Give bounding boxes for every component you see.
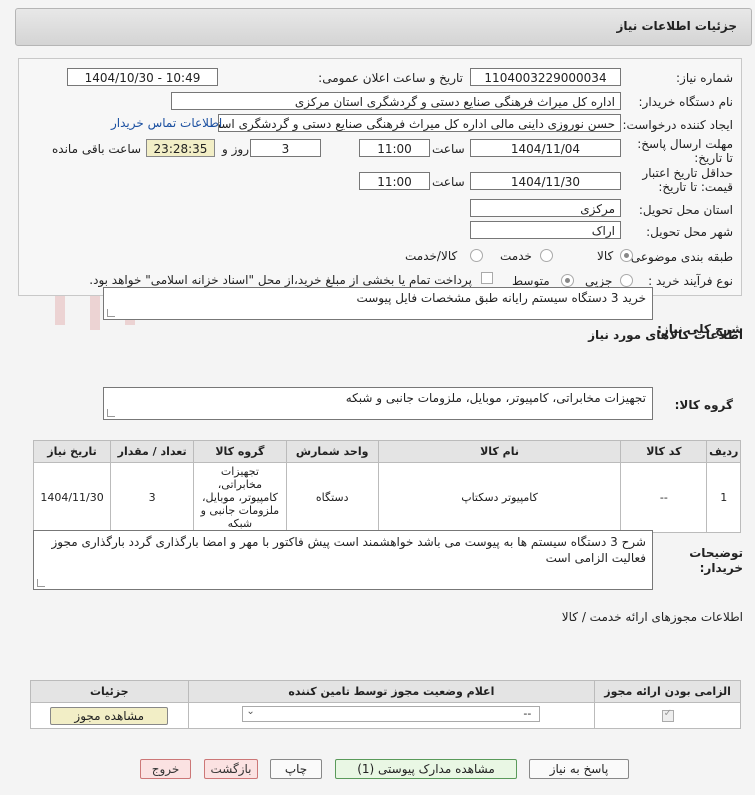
reply-button[interactable]: پاسخ به نیاز xyxy=(529,759,629,779)
announce-date-field: 1404/10/30 - 10:49 xyxy=(67,68,218,86)
th-permit-required: الزامی بودن ارائه مجوز xyxy=(594,680,741,703)
cell-goods-name: کامپیوتر دسکتاپ xyxy=(377,462,622,533)
validity-date-field: 1404/11/30 xyxy=(470,172,621,190)
radio-goods-service[interactable] xyxy=(470,249,483,262)
permit-required-checkbox: ✓ xyxy=(661,708,674,722)
radio-partial-label: جزیی xyxy=(585,274,613,288)
resize-handle-icon[interactable] xyxy=(37,579,45,587)
permits-title: اطلاعات مجوزهای ارائه خدمت / کالا xyxy=(561,610,743,624)
city-field: اراک xyxy=(470,221,621,239)
cell-quantity: 3 xyxy=(110,462,195,533)
resize-handle-icon[interactable] xyxy=(107,409,115,417)
th-quantity: تعداد / مقدار xyxy=(110,440,195,463)
checkmark-icon: ✓ xyxy=(663,708,673,719)
buyer-notes-label: توضیحات خریدار: xyxy=(689,546,743,575)
city-label: شهر محل تحویل: xyxy=(646,225,733,239)
creator-field: حسن نوروزی داینی مالی اداره کل میراث فره… xyxy=(218,114,621,132)
resize-handle-icon[interactable] xyxy=(107,309,115,317)
treasury-checkbox[interactable] xyxy=(481,272,493,284)
back-button[interactable]: بازگشت xyxy=(204,759,258,779)
radio-goods-service-label: کالا/خدمت xyxy=(405,249,458,263)
need-number-label: شماره نیاز: xyxy=(676,71,733,85)
permit-status-value: -- xyxy=(523,707,532,720)
attachments-button[interactable]: مشاهده مدارک پیوستی (1) xyxy=(335,759,517,779)
summary-text: خرید 3 دستگاه سیستم رایانه طبق مشخصات فا… xyxy=(356,291,646,305)
deadline-time-label: ساعت xyxy=(432,142,465,156)
creator-label: ایجاد کننده درخواست: xyxy=(622,118,733,132)
th-goods-code: کد کالا xyxy=(620,440,708,463)
remaining-time-field: 23:28:35 xyxy=(146,139,215,157)
radio-service-label: خدمت xyxy=(500,249,532,263)
process-label: نوع فرآیند خرید : xyxy=(648,274,733,288)
cell-goods-group: تجهیزات مخابراتی، کامپیوتر، موبایل، ملزو… xyxy=(193,462,287,533)
days-label: روز و xyxy=(222,142,249,156)
goods-table: تاریخ نیاز تعداد / مقدار گروه کالا واحد … xyxy=(32,440,741,533)
cell-permit-status: -- ⌄ xyxy=(187,702,596,729)
days-field: 3 xyxy=(250,139,321,157)
radio-goods[interactable] xyxy=(620,249,633,262)
goods-group-text: تجهیزات مخابراتی، کامپیوتر، موبایل، ملزو… xyxy=(345,391,646,405)
summary-textarea[interactable]: خرید 3 دستگاه سیستم رایانه طبق مشخصات فا… xyxy=(103,287,653,320)
radio-medium-label: متوسط xyxy=(512,274,550,288)
cell-need-date: 1404/11/30 xyxy=(32,462,112,533)
province-field: مرکزی xyxy=(470,199,621,217)
radio-medium[interactable] xyxy=(561,274,574,287)
validity-time-field: 11:00 xyxy=(359,172,430,190)
table-row: 1404/11/30 3 تجهیزات مخابراتی، کامپیوتر،… xyxy=(32,462,741,533)
contact-buyer-link[interactable]: اطلاعات تماس خریدار xyxy=(111,116,222,130)
buyer-notes-text: شرح 3 دستگاه سیستم ها به پیوست می باشد خ… xyxy=(51,535,646,565)
announce-label: تاریخ و ساعت اعلان عمومی: xyxy=(318,71,463,85)
chevron-down-icon: ⌄ xyxy=(246,706,255,717)
cell-goods-code: -- xyxy=(620,462,708,533)
validity-time-label: ساعت xyxy=(432,175,465,189)
cell-row: 1 xyxy=(706,462,741,533)
permits-table: جزئیات اعلام وضعیت مجوز توسط تامین کننده… xyxy=(30,680,741,729)
goods-info-title: اطلاعات کالاهای مورد نیاز xyxy=(588,328,743,342)
province-label: استان محل تحویل: xyxy=(638,203,733,217)
goods-group-textarea[interactable]: تجهیزات مخابراتی، کامپیوتر، موبایل، ملزو… xyxy=(103,387,653,420)
cell-details: مشاهده مجوز xyxy=(30,702,189,729)
permit-status-select[interactable]: -- ⌄ xyxy=(242,706,541,722)
radio-partial[interactable] xyxy=(620,274,633,287)
buyer-field: اداره کل میراث فرهنگی صنایع دستی و گردشگ… xyxy=(171,92,621,110)
category-label: طبقه بندی موضوعی: xyxy=(626,250,733,264)
th-need-date: تاریخ نیاز xyxy=(32,440,112,463)
radio-service[interactable] xyxy=(540,249,553,262)
th-unit: واحد شمارش xyxy=(285,440,379,463)
th-permit-status: اعلام وضعیت مجوز توسط تامین کننده xyxy=(187,680,596,703)
deadline-date-field: 1404/11/04 xyxy=(470,139,621,157)
print-button[interactable]: چاپ xyxy=(270,759,322,779)
need-number-field: 1104003229000034 xyxy=(470,68,621,86)
radio-goods-label: کالا xyxy=(597,249,614,263)
th-row: ردیف xyxy=(706,440,741,463)
buyer-notes-textarea[interactable]: شرح 3 دستگاه سیستم ها به پیوست می باشد خ… xyxy=(33,530,653,590)
goods-group-label: گروه کالا: xyxy=(674,398,733,412)
deadline-label: مهلت ارسال پاسخ: تا تاریخ: xyxy=(637,137,733,165)
buyer-label: نام دستگاه خریدار: xyxy=(638,95,734,109)
cell-permit-required: ✓ xyxy=(594,702,741,729)
th-goods-group: گروه کالا xyxy=(193,440,287,463)
table-row: مشاهده مجوز -- ⌄ ✓ xyxy=(30,702,741,729)
validity-label: حداقل تاریخ اعتبار قیمت: تا تاریخ: xyxy=(642,166,733,194)
view-permit-button[interactable]: مشاهده مجوز xyxy=(50,706,169,725)
th-details: جزئیات xyxy=(30,680,189,703)
exit-button[interactable]: خروج xyxy=(140,759,191,779)
cell-unit: دستگاه xyxy=(285,462,379,533)
deadline-time-field: 11:00 xyxy=(359,139,430,157)
page-title: جزئیات اطلاعات نیاز xyxy=(616,19,737,33)
title-bar: جزئیات اطلاعات نیاز xyxy=(15,8,752,46)
remaining-time-label: ساعت باقی مانده xyxy=(52,142,142,156)
treasury-note: پرداخت تمام یا بخشی از مبلغ خرید،از محل … xyxy=(89,273,472,287)
th-goods-name: نام کالا xyxy=(377,440,622,463)
